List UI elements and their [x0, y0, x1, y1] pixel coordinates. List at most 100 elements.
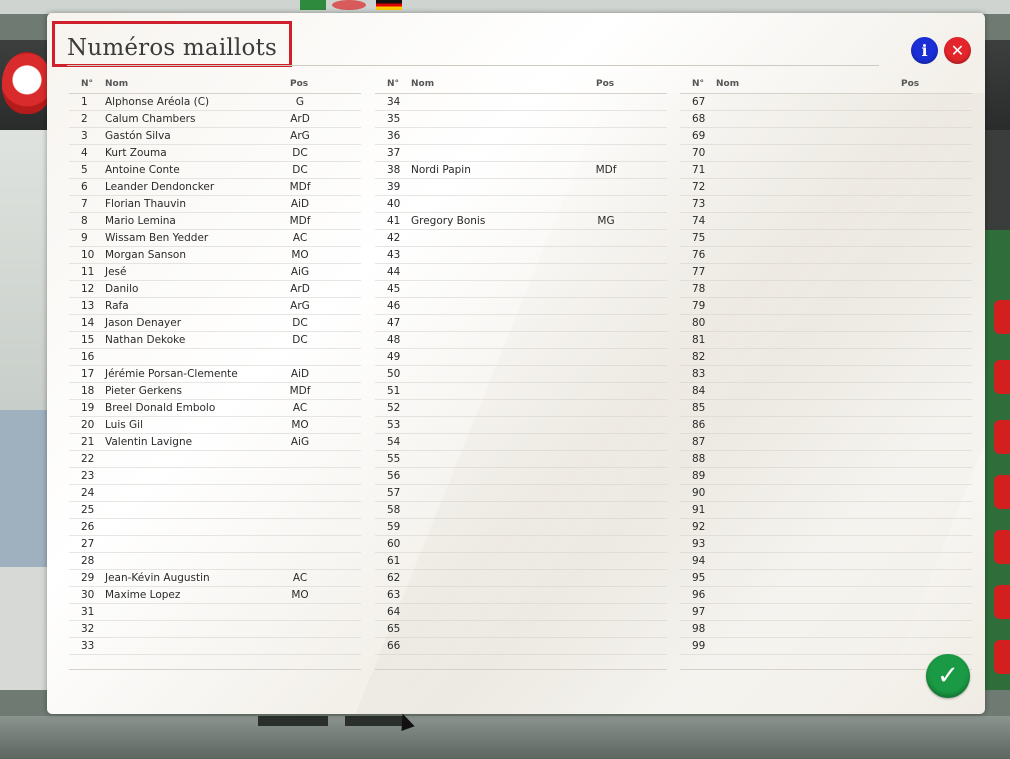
jersey-row[interactable]: 10 Morgan Sanson MO [69, 247, 361, 264]
jersey-row[interactable]: 65 [375, 621, 667, 638]
jersey-row[interactable]: 96 [680, 587, 972, 604]
jersey-row[interactable]: 45 [375, 281, 667, 298]
jersey-row[interactable]: 15 Nathan Dekoke DC [69, 332, 361, 349]
jersey-row[interactable]: 32 [69, 621, 361, 638]
jersey-row[interactable]: 11 Jesé AiG [69, 264, 361, 281]
jersey-row[interactable]: 46 [375, 298, 667, 315]
jersey-row[interactable]: 43 [375, 247, 667, 264]
jersey-row[interactable]: 99 [680, 638, 972, 655]
jersey-row[interactable]: 6 Leander Dendoncker MDf [69, 179, 361, 196]
jersey-row[interactable]: 55 [375, 451, 667, 468]
jersey-row[interactable]: 70 [680, 145, 972, 162]
jersey-row[interactable]: 64 [375, 604, 667, 621]
jersey-row[interactable]: 95 [680, 570, 972, 587]
jersey-row[interactable]: 49 [375, 349, 667, 366]
jersey-row[interactable]: 5 Antoine Conte DC [69, 162, 361, 179]
jersey-row[interactable]: 80 [680, 315, 972, 332]
close-button[interactable]: ✕ [944, 37, 971, 64]
jersey-row[interactable]: 76 [680, 247, 972, 264]
jersey-row[interactable]: 41 Gregory Bonis MG [375, 213, 667, 230]
jersey-row[interactable]: 40 [375, 196, 667, 213]
jersey-row[interactable]: 25 [69, 502, 361, 519]
jersey-row[interactable]: 88 [680, 451, 972, 468]
jersey-row[interactable]: 67 [680, 94, 972, 111]
jersey-row[interactable]: 18 Pieter Gerkens MDf [69, 383, 361, 400]
jersey-row[interactable]: 56 [375, 468, 667, 485]
jersey-row[interactable]: 50 [375, 366, 667, 383]
jersey-row[interactable]: 7 Florian Thauvin AiD [69, 196, 361, 213]
jersey-row[interactable]: 59 [375, 519, 667, 536]
jersey-row[interactable]: 44 [375, 264, 667, 281]
jersey-row[interactable]: 13 Rafa ArG [69, 298, 361, 315]
jersey-row[interactable]: 72 [680, 179, 972, 196]
jersey-row[interactable]: 84 [680, 383, 972, 400]
jersey-row[interactable]: 69 [680, 128, 972, 145]
jersey-row[interactable]: 9 Wissam Ben Yedder AC [69, 230, 361, 247]
jersey-row[interactable]: 91 [680, 502, 972, 519]
jersey-row[interactable]: 92 [680, 519, 972, 536]
jersey-row[interactable]: 97 [680, 604, 972, 621]
jersey-row[interactable]: 82 [680, 349, 972, 366]
jersey-row[interactable]: 74 [680, 213, 972, 230]
jersey-row[interactable]: 73 [680, 196, 972, 213]
jersey-row[interactable]: 81 [680, 332, 972, 349]
jersey-row[interactable]: 21 Valentin Lavigne AiG [69, 434, 361, 451]
jersey-row[interactable]: 98 [680, 621, 972, 638]
jersey-row[interactable]: 60 [375, 536, 667, 553]
jersey-row[interactable]: 89 [680, 468, 972, 485]
jersey-row[interactable]: 48 [375, 332, 667, 349]
jersey-row[interactable]: 62 [375, 570, 667, 587]
jersey-row[interactable]: 35 [375, 111, 667, 128]
jersey-row[interactable]: 34 [375, 94, 667, 111]
jersey-row[interactable]: 75 [680, 230, 972, 247]
jersey-row[interactable]: 30 Maxime Lopez MO [69, 587, 361, 604]
jersey-row[interactable]: 19 Breel Donald Embolo AC [69, 400, 361, 417]
jersey-row[interactable]: 47 [375, 315, 667, 332]
jersey-row[interactable]: 68 [680, 111, 972, 128]
jersey-row[interactable]: 58 [375, 502, 667, 519]
jersey-row[interactable]: 17 Jérémie Porsan-Clemente AiD [69, 366, 361, 383]
jersey-row[interactable]: 71 [680, 162, 972, 179]
info-button[interactable]: i [911, 37, 938, 64]
jersey-row[interactable]: 31 [69, 604, 361, 621]
jersey-row[interactable]: 83 [680, 366, 972, 383]
jersey-row[interactable]: 66 [375, 638, 667, 655]
jersey-row[interactable]: 79 [680, 298, 972, 315]
jersey-row[interactable]: 4 Kurt Zouma DC [69, 145, 361, 162]
jersey-row[interactable]: 38 Nordi Papin MDf [375, 162, 667, 179]
jersey-row[interactable]: 37 [375, 145, 667, 162]
jersey-row[interactable]: 54 [375, 434, 667, 451]
jersey-row[interactable]: 77 [680, 264, 972, 281]
jersey-row[interactable]: 85 [680, 400, 972, 417]
jersey-row[interactable]: 90 [680, 485, 972, 502]
jersey-row[interactable]: 51 [375, 383, 667, 400]
jersey-row[interactable]: 26 [69, 519, 361, 536]
jersey-row[interactable]: 94 [680, 553, 972, 570]
jersey-row[interactable]: 1 Alphonse Aréola (C) G [69, 94, 361, 111]
confirm-button[interactable]: ✓ [926, 654, 970, 698]
jersey-row[interactable]: 3 Gastón Silva ArG [69, 128, 361, 145]
jersey-row[interactable]: 57 [375, 485, 667, 502]
jersey-row[interactable]: 29 Jean-Kévin Augustin AC [69, 570, 361, 587]
jersey-row[interactable]: 61 [375, 553, 667, 570]
jersey-row[interactable]: 12 Danilo ArD [69, 281, 361, 298]
jersey-row[interactable]: 2 Calum Chambers ArD [69, 111, 361, 128]
jersey-row[interactable]: 24 [69, 485, 361, 502]
jersey-row[interactable]: 42 [375, 230, 667, 247]
jersey-row[interactable]: 86 [680, 417, 972, 434]
jersey-row[interactable]: 39 [375, 179, 667, 196]
jersey-row[interactable]: 23 [69, 468, 361, 485]
jersey-row[interactable]: 78 [680, 281, 972, 298]
jersey-row[interactable]: 52 [375, 400, 667, 417]
jersey-row[interactable]: 20 Luis Gil MO [69, 417, 361, 434]
jersey-row[interactable]: 87 [680, 434, 972, 451]
jersey-row[interactable]: 53 [375, 417, 667, 434]
jersey-row[interactable]: 63 [375, 587, 667, 604]
jersey-row[interactable]: 93 [680, 536, 972, 553]
jersey-row[interactable]: 28 [69, 553, 361, 570]
jersey-row[interactable]: 22 [69, 451, 361, 468]
jersey-row[interactable]: 8 Mario Lemina MDf [69, 213, 361, 230]
jersey-row[interactable]: 27 [69, 536, 361, 553]
jersey-row[interactable]: 14 Jason Denayer DC [69, 315, 361, 332]
jersey-row[interactable]: 36 [375, 128, 667, 145]
